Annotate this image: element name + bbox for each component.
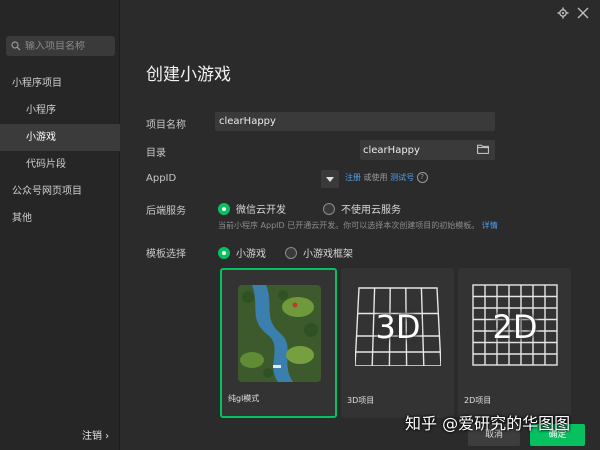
radio-unselected-icon — [323, 202, 335, 215]
appid-dropdown[interactable] — [321, 170, 339, 188]
template-card-3d-label: 3D项目 — [347, 396, 375, 405]
sidebar-item-code-snippets[interactable]: 代码片段 — [0, 151, 120, 178]
project-name-input[interactable]: clearHappy — [215, 112, 495, 131]
template-card-2d[interactable]: 2D 2D项目 — [458, 268, 571, 418]
3d-glyph: 3D — [375, 308, 421, 346]
sidebar: 小程序项目 小程序 小游戏 代码片段 公众号网页项目 其他 注销 › — [0, 0, 120, 450]
directory-label: 目录 — [146, 148, 166, 159]
details-link[interactable]: 详情 — [482, 221, 498, 230]
sidebar-item-official-account-web[interactable]: 公众号网页项目 — [0, 178, 120, 205]
radio-unselected-icon — [285, 246, 297, 259]
radio-no-cloud-label: 不使用云服务 — [341, 205, 401, 216]
sidebar-item-miniprogram-projects[interactable]: 小程序项目 — [0, 70, 120, 97]
help-icon[interactable]: ? — [416, 172, 428, 183]
backend-service-label: 后端服务 — [146, 206, 186, 217]
or-use-text: 或使用 — [363, 173, 388, 182]
template-label: 模板选择 — [146, 249, 186, 260]
sidebar-nav: 小程序项目 小程序 小游戏 代码片段 公众号网页项目 其他 — [0, 70, 120, 232]
sidebar-item-other[interactable]: 其他 — [0, 205, 120, 232]
template-card-gl[interactable]: 纯gl模式 — [220, 268, 337, 418]
2d-glyph: 2D — [492, 308, 538, 346]
folder-icon[interactable] — [477, 144, 489, 154]
radio-cloud-dev-label: 微信云开发 — [236, 205, 286, 216]
appid-links: 注册 或使用 测试号 ? — [345, 172, 428, 183]
search-box[interactable] — [6, 36, 115, 56]
search-icon — [11, 41, 21, 51]
sidebar-item-miniprogram[interactable]: 小程序 — [0, 97, 120, 124]
appid-label: AppID — [146, 173, 177, 184]
game-preview-thumbnail — [238, 285, 321, 382]
radio-selected-icon — [218, 202, 230, 215]
register-link[interactable]: 注册 — [345, 173, 361, 182]
template-card-3d[interactable]: 3D 3D项目 — [341, 268, 454, 418]
radio-minigame-label: 小游戏 — [236, 249, 266, 260]
gear-icon[interactable] — [557, 7, 569, 19]
page-title: 创建小游戏 — [146, 65, 231, 85]
cloud-hint-text: 当前小程序 AppID 已开通云开发。你可以选择本次创建项目的初始模板。 — [218, 221, 480, 230]
radio-minigame-framework-label: 小游戏框架 — [303, 249, 353, 260]
watermark: 知乎 @爱研究的华图图 — [405, 414, 571, 433]
close-icon[interactable] — [577, 7, 589, 19]
radio-minigame-framework[interactable]: 小游戏框架 — [285, 245, 353, 260]
directory-input[interactable]: clearHappy — [360, 140, 495, 160]
radio-no-cloud[interactable]: 不使用云服务 — [323, 201, 401, 216]
template-card-2d-label: 2D项目 — [464, 396, 492, 405]
radio-selected-icon — [218, 246, 230, 259]
search-input[interactable] — [25, 40, 109, 52]
project-name-label: 项目名称 — [146, 120, 186, 131]
chevron-down-icon — [326, 177, 334, 182]
directory-value: clearHappy — [363, 144, 420, 156]
radio-minigame[interactable]: 小游戏 — [218, 245, 266, 260]
logout-button[interactable]: 注销 › — [82, 427, 109, 442]
radio-cloud-dev[interactable]: 微信云开发 — [218, 201, 286, 216]
cloud-hint: 当前小程序 AppID 已开通云开发。你可以选择本次创建项目的初始模板。 详情 — [218, 220, 498, 231]
sidebar-item-minigame[interactable]: 小游戏 — [0, 124, 120, 151]
test-account-link[interactable]: 测试号 — [390, 173, 414, 182]
template-card-gl-label: 纯gl模式 — [228, 394, 260, 403]
